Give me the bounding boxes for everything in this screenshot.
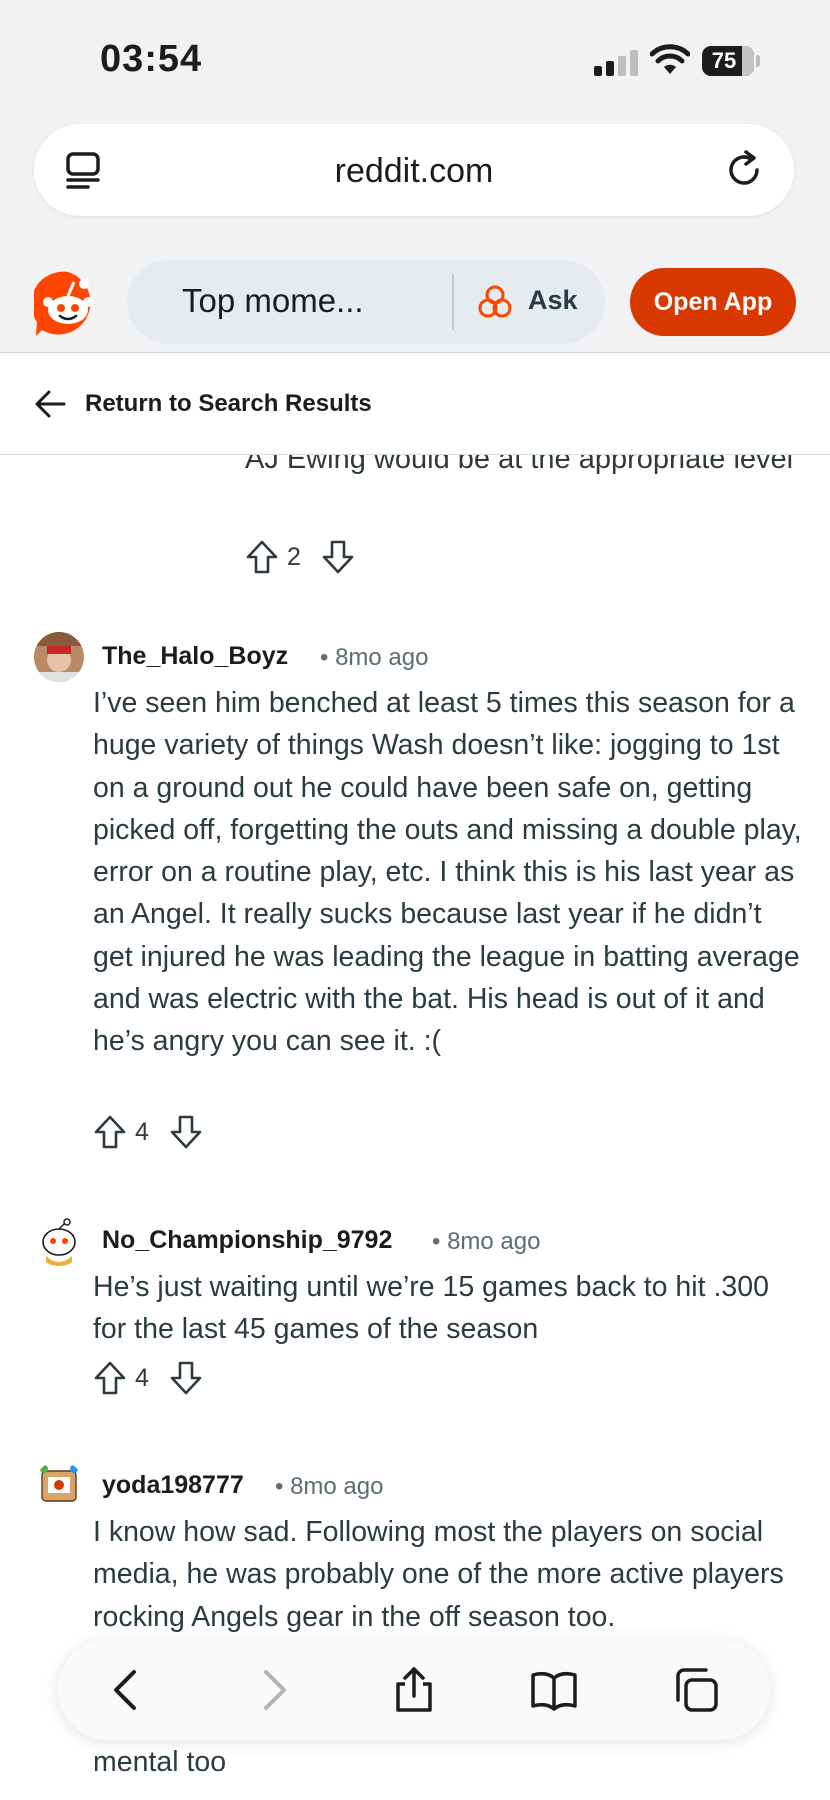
search-query[interactable]: Top mome... xyxy=(182,282,364,320)
vote-count: 2 xyxy=(287,543,301,571)
comment-body: I’ve seen him benched at least 5 times t… xyxy=(93,687,802,1058)
comment-thread: AJ Ewing would be at the appropriate lev… xyxy=(0,454,830,1800)
user-avatar[interactable] xyxy=(34,1461,84,1511)
upvote-icon[interactable] xyxy=(93,1360,127,1396)
search-divider xyxy=(452,274,454,330)
arrow-left-icon[interactable] xyxy=(34,388,66,420)
battery-tip xyxy=(756,55,760,67)
search-bar[interactable]: Top mome... Ask xyxy=(127,260,605,344)
back-icon[interactable] xyxy=(104,1666,152,1714)
url-text[interactable]: reddit.com xyxy=(34,152,794,191)
return-to-search-link[interactable]: Return to Search Results xyxy=(85,390,372,418)
comment-body-continued: mental too xyxy=(93,1746,227,1778)
comment-body: I know how sad. Following most the playe… xyxy=(93,1516,784,1633)
upvote-icon[interactable] xyxy=(245,539,279,575)
vote-count: 4 xyxy=(135,1118,149,1146)
upvote-icon[interactable] xyxy=(93,1114,127,1150)
comment-author[interactable]: yoda198777 xyxy=(102,1471,244,1500)
tabs-icon[interactable] xyxy=(672,1666,720,1714)
user-avatar[interactable] xyxy=(34,632,84,682)
status-time: 03:54 xyxy=(100,38,203,80)
comment-age: • 8mo ago xyxy=(275,1473,384,1500)
comment-age: • 8mo ago xyxy=(432,1228,541,1255)
downvote-icon[interactable] xyxy=(169,1360,203,1396)
comment-author[interactable]: The_Halo_Boyz xyxy=(102,642,288,671)
battery-icon: 75 xyxy=(702,46,754,76)
reddit-header: Top mome... Ask Open App xyxy=(0,232,830,353)
downvote-icon[interactable] xyxy=(321,539,355,575)
reddit-answers-icon[interactable] xyxy=(477,284,513,320)
reload-icon[interactable] xyxy=(724,148,766,190)
bookmarks-icon[interactable] xyxy=(530,1666,578,1714)
open-app-button[interactable]: Open App xyxy=(630,268,796,336)
status-bar: 03:54 75 xyxy=(0,0,830,120)
address-bar[interactable]: reddit.com xyxy=(34,124,794,216)
browser-toolbar xyxy=(58,1640,770,1740)
ask-button[interactable]: Ask xyxy=(528,285,578,316)
comment-body: He’s just waiting until we’re 15 games b… xyxy=(93,1271,769,1346)
cellular-signal-icon xyxy=(594,50,640,76)
downvote-icon[interactable] xyxy=(169,1114,203,1150)
reddit-logo-icon[interactable] xyxy=(34,270,102,338)
comment-author[interactable]: No_Championship_9792 xyxy=(102,1226,392,1255)
wifi-icon xyxy=(650,44,690,74)
comment-age: • 8mo ago xyxy=(320,644,429,671)
previous-comment-text: AJ Ewing would be at the appropriate lev… xyxy=(245,454,794,475)
share-icon[interactable] xyxy=(390,1666,438,1714)
battery-level: 75 xyxy=(711,48,737,73)
forward-icon[interactable] xyxy=(248,1666,296,1714)
user-avatar[interactable] xyxy=(34,1216,84,1266)
return-to-search-bar[interactable]: Return to Search Results xyxy=(0,354,830,455)
vote-count: 4 xyxy=(135,1364,149,1392)
